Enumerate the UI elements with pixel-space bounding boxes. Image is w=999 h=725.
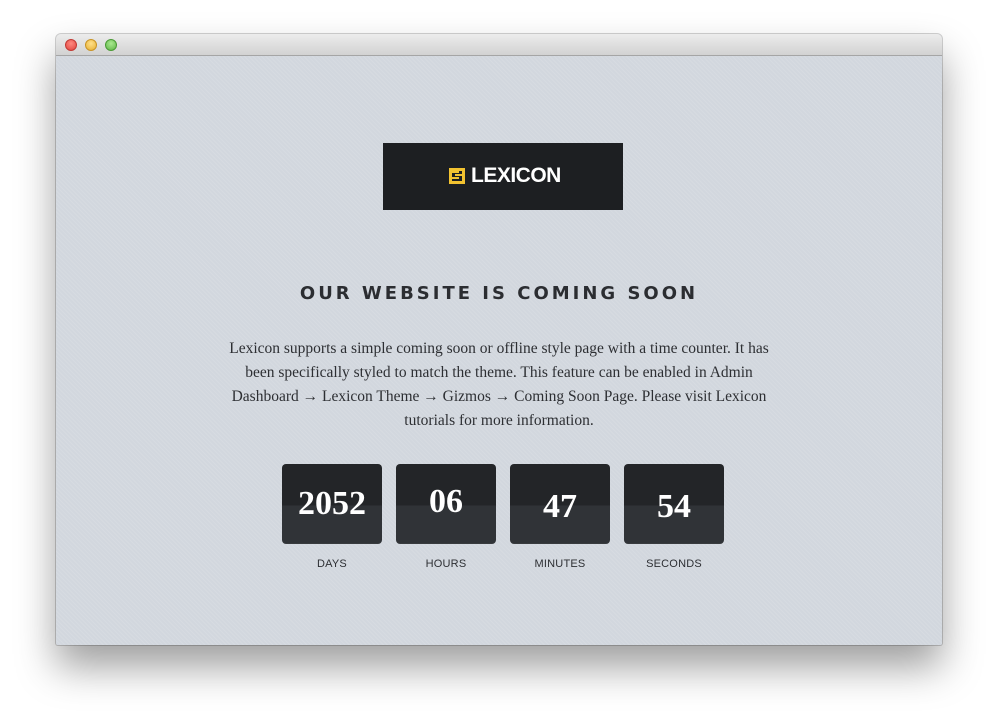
countdown-minutes-box: 47 <box>510 464 610 544</box>
close-window-button[interactable] <box>65 39 77 51</box>
lexicon-logo-icon <box>449 168 465 184</box>
window-titlebar <box>56 34 942 56</box>
countdown-seconds-value: 54 <box>657 488 691 525</box>
countdown-seconds-box: 54 <box>624 464 724 544</box>
countdown-days-label: DAYS <box>317 558 347 570</box>
countdown-days-box: 2052 <box>282 464 382 544</box>
countdown-days-value: 2052 <box>298 485 366 522</box>
site-logo: LEXICON <box>383 143 623 210</box>
browser-window: LEXICON OUR WEBSITE IS COMING SOON Lexic… <box>56 34 942 645</box>
countdown-minutes-label: MINUTES <box>534 558 586 570</box>
countdown-hours-value: 06 <box>429 483 463 520</box>
page-description: Lexicon supports a simple coming soon or… <box>229 340 769 429</box>
zoom-window-button[interactable] <box>105 39 117 51</box>
countdown-hours-label: HOURS <box>425 558 467 570</box>
coming-soon-page: LEXICON OUR WEBSITE IS COMING SOON Lexic… <box>56 56 942 645</box>
countdown-minutes-value: 47 <box>543 488 577 525</box>
logo-text: LEXICON <box>471 164 561 187</box>
page-heading: OUR WEBSITE IS COMING SOON <box>299 283 699 304</box>
minimize-window-button[interactable] <box>85 39 97 51</box>
countdown-hours-box: 06 <box>396 464 496 544</box>
countdown-seconds-label: SECONDS <box>646 558 702 570</box>
